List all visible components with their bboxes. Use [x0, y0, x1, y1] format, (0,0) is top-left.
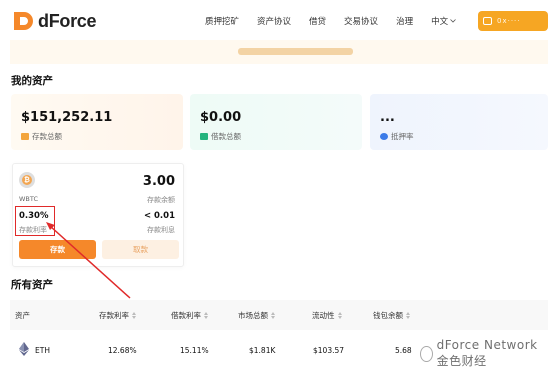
logo-text: dForce	[38, 10, 97, 31]
main-nav: 质押挖矿 资产协议 借贷 交易协议 治理 中文	[205, 15, 474, 27]
header-liquidity-label: 流动性	[312, 311, 335, 320]
collateral-ratio-label: 抵押率	[391, 132, 414, 141]
watermark: dForce Network 金色财经	[420, 338, 554, 368]
sort-icon	[406, 312, 410, 319]
wallet-icon	[483, 17, 492, 25]
wbtc-coin-icon: ₿	[19, 172, 35, 188]
sort-icon	[271, 312, 275, 319]
row-asset: ETH	[35, 346, 50, 355]
nav-trading-protocol[interactable]: 交易协议	[344, 15, 378, 27]
row-deposit-rate: 12.68%	[108, 346, 137, 355]
my-assets-title: 我的资产	[11, 75, 53, 87]
banner-blurred-text	[238, 48, 353, 55]
sort-icon	[132, 312, 136, 319]
deposit-interest: < 0.01	[143, 211, 175, 221]
nav-lending[interactable]: 借贷	[309, 15, 326, 27]
row-liquidity: $103.57	[313, 346, 345, 355]
collateral-ratio-label-row: 抵押率	[380, 131, 414, 142]
assets-table-header: 资产 存款利率 借款利率 市场总额 流动性 钱包余额	[10, 300, 548, 330]
sort-icon	[204, 312, 208, 319]
deposit-total-card: $151,252.11 存款总额	[11, 94, 183, 150]
asset-balance-label: 存款余额	[147, 196, 175, 204]
header-deposit-rate[interactable]: 存款利率	[99, 310, 136, 321]
nav-staking[interactable]: 质押挖矿	[205, 15, 239, 27]
deposit-button[interactable]: 存款	[19, 240, 96, 259]
deposit-rate: 0.30%	[19, 211, 49, 221]
borrow-icon	[200, 133, 208, 140]
header-wallet-balance[interactable]: 钱包余额	[373, 310, 410, 321]
borrow-total-label-row: 借款总额	[200, 131, 241, 142]
header-borrow-rate-label: 借款利率	[171, 311, 201, 320]
bitcoin-icon: ₿	[22, 175, 32, 185]
all-assets-title: 所有资产	[11, 279, 53, 291]
row-wallet-balance: 5.68	[395, 346, 412, 355]
nav-governance[interactable]: 治理	[396, 15, 413, 27]
header-deposit-rate-label: 存款利率	[99, 311, 129, 320]
chevron-down-icon	[450, 19, 456, 23]
wbtc-asset-card: ₿ WBTC 3.00 存款余额 0.30% 存款利率 < 0.01 存款利息 …	[12, 163, 184, 267]
deposit-icon	[21, 133, 29, 140]
header-market-total-label: 市场总额	[238, 311, 268, 320]
ethereum-icon	[19, 342, 29, 356]
watermark-text: dForce Network 金色财经	[436, 338, 538, 368]
withdraw-button[interactable]: 取款	[102, 240, 179, 259]
dforce-logo[interactable]: dForce	[12, 10, 97, 32]
deposit-total-label-row: 存款总额	[21, 131, 62, 142]
notice-banner	[10, 40, 548, 64]
borrow-total-label: 借款总额	[211, 132, 241, 141]
wallet-address: 0x····	[497, 17, 521, 25]
wechat-logo-icon	[420, 345, 433, 362]
header-borrow-rate[interactable]: 借款利率	[171, 310, 208, 321]
collateral-ratio-value: ...	[380, 110, 395, 125]
borrow-total-card: $0.00 借款总额	[190, 94, 362, 150]
header-market-total[interactable]: 市场总额	[238, 310, 275, 321]
deposit-total-label: 存款总额	[32, 132, 62, 141]
ratio-icon	[380, 133, 388, 140]
asset-balance: 3.00	[142, 174, 175, 189]
row-market-total: $1.81K	[249, 346, 276, 355]
language-selector[interactable]: 中文	[431, 15, 456, 27]
top-header: dForce 质押挖矿 资产协议 借贷 交易协议 治理 中文 0x····	[0, 0, 554, 44]
deposit-interest-label: 存款利息	[147, 226, 175, 234]
row-borrow-rate: 15.11%	[180, 346, 209, 355]
nav-assets-protocol[interactable]: 资产协议	[257, 15, 291, 27]
language-label: 中文	[431, 17, 449, 27]
header-wallet-balance-label: 钱包余额	[373, 311, 403, 320]
borrow-total-amount: $0.00	[200, 110, 242, 125]
deposit-rate-label: 存款利率	[19, 226, 47, 234]
dforce-logo-icon	[14, 12, 33, 30]
sort-icon	[337, 312, 342, 319]
header-liquidity[interactable]: 流动性	[312, 310, 342, 321]
header-asset-label: 资产	[15, 311, 30, 320]
header-asset: 资产	[15, 310, 30, 321]
wallet-button[interactable]: 0x····	[478, 11, 548, 31]
asset-symbol: WBTC	[19, 195, 39, 203]
collateral-ratio-card: ... 抵押率	[370, 94, 548, 150]
deposit-total-amount: $151,252.11	[21, 110, 113, 125]
